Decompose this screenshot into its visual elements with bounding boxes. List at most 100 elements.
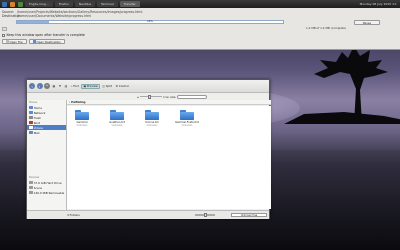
status-zoom-knob[interactable] xyxy=(204,212,207,217)
taskbar-item[interactable]: Terminal xyxy=(97,1,118,7)
forward-icon[interactable]: › xyxy=(36,83,43,89)
places-panel: Places Home Network Trash Root Videos Ma… xyxy=(27,100,67,210)
control-button[interactable]: ⚙ Control xyxy=(114,84,129,89)
folder-icon xyxy=(145,110,159,120)
pause-button[interactable]: Pause xyxy=(354,19,380,25)
folder-info: Unknown xyxy=(76,123,88,127)
file-view[interactable]: Gammel Unknown Goethen.txt Unknown Kvinn… xyxy=(67,106,271,209)
place-label: Root xyxy=(33,120,41,125)
file-manager-toolbar: ‹ › ^ ▦ ☰ ▥ ⌕ Find ▣ Preview ◫ Split ⚙ Contr… xyxy=(27,80,269,93)
up-icon[interactable]: ^ xyxy=(44,83,50,89)
app-menu-icon[interactable] xyxy=(1,1,7,7)
folder-icon xyxy=(32,40,36,43)
folder-icon xyxy=(110,110,124,120)
device-item[interactable]: 37.6 GiB Hard Drive xyxy=(27,180,66,185)
keep-open-label: Keep this window open after transfer is … xyxy=(6,33,85,37)
taskbar-item[interactable]: Nautilus xyxy=(74,1,96,7)
device-label: 37.6 GiB Hard Drive xyxy=(33,180,62,185)
zoom-controls: ◂ Icon size xyxy=(137,94,208,99)
progress-text: 12% xyxy=(147,20,153,23)
top-panel: Fogde.mng… Firefox Nautilus Terminal Tra… xyxy=(0,0,400,8)
destination-row: Destination: /home/user/Documents/Websit… xyxy=(2,14,91,19)
place-item-mail[interactable]: Mail xyxy=(27,130,66,135)
folder-item[interactable]: Gammel Unknown xyxy=(71,110,93,127)
root-folder-icon xyxy=(29,121,33,124)
columns-view-icon: ▥ xyxy=(64,84,68,88)
home-icon xyxy=(29,106,33,109)
preview-button[interactable]: ▣ Preview xyxy=(81,83,100,89)
terminal-launcher-icon[interactable] xyxy=(17,1,23,7)
folder-item[interactable]: Kvinne.txt Unknown xyxy=(141,110,163,127)
device-label: 140.0 MiB Removable xyxy=(33,190,65,195)
location-bar[interactable]: › Hoffeling xyxy=(67,100,271,105)
removable-drive-icon xyxy=(29,191,33,194)
folder-icon xyxy=(180,110,194,120)
pin-icon[interactable] xyxy=(2,27,7,31)
status-text: 4 Folders xyxy=(67,213,80,217)
file-list: Gammel Unknown Goethen.txt Unknown Kvinn… xyxy=(67,106,271,127)
control-label: Control xyxy=(118,84,129,88)
taskbar-item[interactable]: Firefox xyxy=(54,1,73,7)
trash-icon xyxy=(29,116,33,119)
preview-label: Preview xyxy=(86,84,98,88)
control-icon: ⚙ xyxy=(115,84,118,88)
device-label: Scans xyxy=(33,185,42,190)
find-label: Find xyxy=(73,84,79,88)
columns-view-button[interactable]: ▥ xyxy=(64,84,69,89)
split-icon: ◫ xyxy=(102,84,105,88)
place-label: Network xyxy=(33,110,46,115)
breadcrumb[interactable]: Hoffeling xyxy=(71,100,85,104)
split-label: Split xyxy=(105,84,112,88)
preview-icon: ▣ xyxy=(83,84,87,88)
transfer-actions: Open File Open Destination xyxy=(2,39,65,44)
folder-info: Unknown xyxy=(111,123,123,127)
videos-icon xyxy=(29,126,33,129)
keep-open-option[interactable]: Keep this window open after transfer is … xyxy=(2,33,85,37)
icons-view-button[interactable]: ▦ xyxy=(52,84,57,89)
file-manager-window: ‹ › ^ ▦ ☰ ▥ ⌕ Find ▣ Preview ◫ Split ⚙ Contr… xyxy=(26,79,271,219)
icons-view-icon: ▦ xyxy=(52,84,56,88)
place-label: Videos xyxy=(33,125,43,130)
taskbar-item[interactable]: Fogde.mng… xyxy=(25,1,53,7)
details-view-button[interactable]: ☰ xyxy=(58,84,63,89)
firefox-launcher-icon[interactable] xyxy=(9,1,15,7)
keep-open-checkbox[interactable] xyxy=(2,33,5,37)
zoom-out-icon[interactable]: ◂ xyxy=(137,95,138,99)
taskbar-item-active[interactable]: Transfer xyxy=(119,1,140,7)
open-file-label: Open File xyxy=(9,39,23,44)
file-icon xyxy=(6,40,9,43)
status-bar: 4 Folders Unknown free xyxy=(27,210,269,219)
scanner-icon xyxy=(29,186,33,189)
hard-drive-icon xyxy=(29,181,33,184)
mail-icon xyxy=(29,131,33,134)
zoom-knob[interactable] xyxy=(147,94,151,99)
place-label: Home xyxy=(33,105,42,110)
network-icon xyxy=(29,111,33,114)
split-button[interactable]: ◫ Split xyxy=(101,84,113,89)
device-item[interactable]: 140.0 MiB Removable xyxy=(27,190,66,195)
place-label: Mail xyxy=(33,130,40,135)
folder-icon xyxy=(75,110,89,120)
zoom-label: Icon size xyxy=(163,94,176,99)
free-space-indicator: Unknown free xyxy=(231,212,267,217)
find-button[interactable]: ⌕ Find xyxy=(70,84,80,89)
clock[interactable]: Monday 06 July 2015 11: xyxy=(360,2,400,6)
zoom-slider[interactable] xyxy=(139,94,162,99)
open-file-button[interactable]: Open File xyxy=(2,39,27,44)
place-label: Trash xyxy=(33,115,42,120)
transfer-dialog: Source: /home/user/Projects/Website/sect… xyxy=(0,8,400,50)
status-zoom-slider[interactable] xyxy=(195,212,215,217)
folder-info: Unknown xyxy=(146,123,158,127)
folder-info: Unknown xyxy=(181,123,193,127)
open-destination-button[interactable]: Open Destination xyxy=(28,39,65,44)
folder-item[interactable]: Gammel.Folder.txt Unknown xyxy=(175,110,199,127)
transfer-speed: 1.2 MB of 1.4 MB (complete) xyxy=(306,26,346,30)
folder-item[interactable]: Goethen.txt Unknown xyxy=(106,110,128,127)
details-view-icon: ☰ xyxy=(58,84,62,88)
find-icon: ⌕ xyxy=(70,84,73,88)
back-icon[interactable]: ‹ xyxy=(29,83,35,89)
breadcrumb-arrow-icon: › xyxy=(69,100,71,104)
search-input[interactable] xyxy=(177,94,208,99)
destination-path: /home/user/Documents/Website/progress.ht… xyxy=(17,14,92,18)
transfer-progress-bar: 12% xyxy=(16,20,284,24)
